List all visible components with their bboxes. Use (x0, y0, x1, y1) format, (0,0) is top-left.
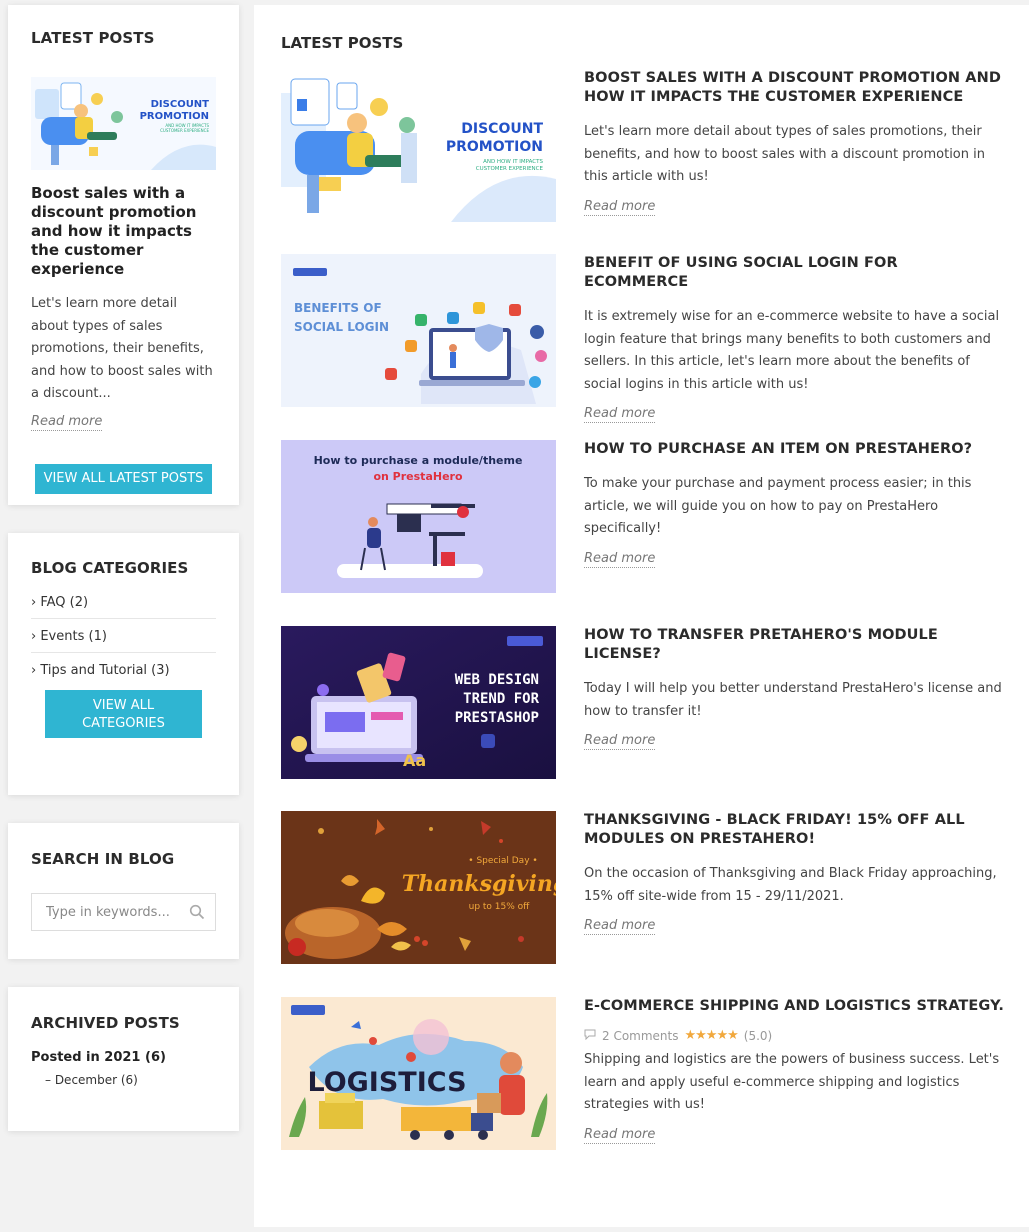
svg-text:WEB DESIGN: WEB DESIGN (455, 672, 539, 688)
svg-text:on PrestaHero: on PrestaHero (373, 470, 462, 483)
svg-text:Aa: Aa (403, 751, 426, 770)
svg-text:CUSTOMER EXPERIENCE: CUSTOMER EXPERIENCE (160, 128, 209, 133)
post-body: HOW TO PURCHASE AN ITEM ON PRESTAHERO? T… (584, 440, 1006, 568)
post-title[interactable]: BOOST SALES WITH A DISCOUNT PROMOTION AN… (584, 69, 1006, 107)
svg-text:Thanksgiving: Thanksgiving (402, 871, 556, 897)
svg-text:DISCOUNT: DISCOUNT (151, 99, 210, 110)
post-excerpt: Shipping and logistics are the powers of… (584, 1052, 1000, 1112)
post-excerpt: Today I will help you better understand … (584, 681, 1002, 719)
post-thumbnail[interactable]: LOGISTICS (281, 997, 556, 1150)
view-all-latest-posts-button[interactable]: VIEW ALL LATEST POSTS (35, 463, 212, 494)
search-blog-heading: SEARCH IN BLOG (31, 850, 175, 868)
sidebar: LATEST POSTS DISCOUNT PROMOTION AND HOW … (8, 5, 239, 1159)
svg-text:PROMOTION: PROMOTION (446, 139, 543, 155)
post-meta: 2 Comments ★★★★★ (5.0) (584, 1028, 1006, 1043)
category-label: FAQ (2) (40, 595, 89, 610)
thanksgiving-illustration: • Special Day • Thanksgiving up to 15% o… (281, 811, 556, 964)
read-more-link[interactable]: Read more (584, 199, 656, 216)
page-title: LATEST POSTS (281, 34, 404, 52)
latest-posts-widget: LATEST POSTS DISCOUNT PROMOTION AND HOW … (8, 5, 239, 505)
svg-text:PROMOTION: PROMOTION (140, 111, 209, 122)
category-label: Events (1) (40, 629, 107, 644)
post-title[interactable]: E-COMMERCE SHIPPING AND LOGISTICS STRATE… (584, 997, 1006, 1016)
web-design-trend-illustration: WEB DESIGN TREND FOR PRESTASHOP Aa (281, 626, 556, 779)
archive-month-link[interactable]: – December (6) (45, 1073, 216, 1087)
post-body: THANKSGIVING - BLACK FRIDAY! 15% OFF ALL… (584, 811, 1006, 935)
search-blog-widget: SEARCH IN BLOG (8, 823, 239, 959)
post-body: BENEFIT OF USING SOCIAL LOGIN FOR ECOMME… (584, 254, 1006, 423)
svg-text:up to 15% off: up to 15% off (469, 902, 531, 912)
chevron-right-icon: › (31, 663, 37, 678)
logistics-illustration: LOGISTICS (281, 997, 556, 1150)
post-title[interactable]: HOW TO TRANSFER PRETAHERO'S MODULE LICEN… (584, 626, 1006, 664)
post-thumbnail[interactable]: DISCOUNT PROMOTION AND HOW IT IMPACTS CU… (281, 69, 556, 222)
rating-value: (5.0) (743, 1028, 773, 1043)
latest-post-read-more-link[interactable]: Read more (31, 414, 103, 431)
read-more-link[interactable]: Read more (584, 733, 656, 750)
category-label: Tips and Tutorial (3) (40, 663, 170, 678)
comment-icon (584, 1029, 596, 1043)
post-excerpt: Let's learn more detail about types of s… (584, 124, 985, 184)
blog-categories-heading: BLOG CATEGORIES (31, 559, 189, 577)
category-item-tips-and-tutorial[interactable]: › Tips and Tutorial (3) (31, 653, 216, 686)
category-item-events[interactable]: › Events (1) (31, 619, 216, 653)
blog-categories-widget: BLOG CATEGORIES › FAQ (2) › Events (1) ›… (8, 533, 239, 795)
post-body: BOOST SALES WITH A DISCOUNT PROMOTION AN… (584, 69, 1006, 216)
post-thumbnail[interactable]: WEB DESIGN TREND FOR PRESTASHOP Aa (281, 626, 556, 779)
svg-text:SOCIAL LOGIN: SOCIAL LOGIN (294, 320, 389, 334)
social-login-illustration: BENEFITS OF SOCIAL LOGIN (281, 254, 556, 407)
archived-posts-widget: ARCHIVED POSTS Posted in 2021 (6) – Dece… (8, 987, 239, 1131)
archived-posts-heading: ARCHIVED POSTS (31, 1014, 180, 1032)
latest-post-excerpt: Let's learn more detail about types of s… (31, 296, 213, 401)
post-body: E-COMMERCE SHIPPING AND LOGISTICS STRATE… (584, 997, 1006, 1144)
post-thumbnail[interactable]: • Special Day • Thanksgiving up to 15% o… (281, 811, 556, 964)
svg-text:• Special Day •: • Special Day • (468, 856, 537, 866)
post-title[interactable]: HOW TO PURCHASE AN ITEM ON PRESTAHERO? (584, 440, 1006, 459)
button-label-line: VIEW ALL (92, 698, 155, 713)
post-body: HOW TO TRANSFER PRETAHERO'S MODULE LICEN… (584, 626, 1006, 750)
rating-stars: ★★★★★ (684, 1028, 739, 1043)
latest-posts-heading: LATEST POSTS (31, 29, 155, 47)
search-icon[interactable] (189, 904, 205, 920)
read-more-link[interactable]: Read more (584, 1127, 656, 1144)
post-thumbnail[interactable]: How to purchase a module/theme on Presta… (281, 440, 556, 593)
svg-text:BENEFITS OF: BENEFITS OF (294, 301, 382, 315)
purchase-module-illustration: How to purchase a module/theme on Presta… (281, 440, 556, 593)
discount-promo-illustration: DISCOUNT PROMOTION AND HOW IT IMPACTS CU… (281, 69, 556, 222)
comments-count-link[interactable]: 2 Comments (602, 1029, 679, 1043)
svg-text:DISCOUNT: DISCOUNT (461, 121, 543, 137)
chevron-right-icon: › (31, 595, 37, 610)
chevron-right-icon: › (31, 629, 37, 644)
svg-text:CUSTOMER EXPERIENCE: CUSTOMER EXPERIENCE (476, 166, 544, 172)
category-list: › FAQ (2) › Events (1) › Tips and Tutori… (31, 589, 216, 686)
view-all-categories-button[interactable]: VIEW ALL CATEGORIES (45, 690, 202, 738)
read-more-link[interactable]: Read more (584, 406, 656, 423)
post-excerpt: To make your purchase and payment proces… (584, 476, 972, 536)
button-label-line: CATEGORIES (82, 716, 165, 731)
main-content: LATEST POSTS DISCOUNT PROMOTION AND HOW … (254, 5, 1029, 1227)
search-input[interactable] (32, 894, 215, 930)
post-title[interactable]: BENEFIT OF USING SOCIAL LOGIN FOR ECOMME… (584, 254, 1006, 292)
svg-text:How to purchase a module/theme: How to purchase a module/theme (314, 454, 523, 467)
svg-text:TREND FOR: TREND FOR (463, 691, 539, 707)
read-more-link[interactable]: Read more (584, 918, 656, 935)
latest-post-title[interactable]: Boost sales with a discount promotion an… (31, 184, 216, 279)
svg-text:PRESTASHOP: PRESTASHOP (455, 710, 539, 726)
discount-promo-illustration: DISCOUNT PROMOTION AND HOW IT IMPACTS CU… (31, 77, 216, 170)
archive-year-link[interactable]: Posted in 2021 (6) (31, 1050, 216, 1065)
latest-post-thumbnail[interactable]: DISCOUNT PROMOTION AND HOW IT IMPACTS CU… (31, 77, 216, 170)
post-excerpt: It is extremely wise for an e-commerce w… (584, 309, 1000, 392)
post-excerpt: On the occasion of Thanksgiving and Blac… (584, 866, 997, 904)
svg-text:AND HOW IT IMPACTS: AND HOW IT IMPACTS (483, 159, 543, 165)
post-thumbnail[interactable]: BENEFITS OF SOCIAL LOGIN (281, 254, 556, 407)
post-title[interactable]: THANKSGIVING - BLACK FRIDAY! 15% OFF ALL… (584, 811, 1006, 849)
read-more-link[interactable]: Read more (584, 551, 656, 568)
search-field-wrapper (31, 893, 216, 931)
category-item-faq[interactable]: › FAQ (2) (31, 589, 216, 619)
